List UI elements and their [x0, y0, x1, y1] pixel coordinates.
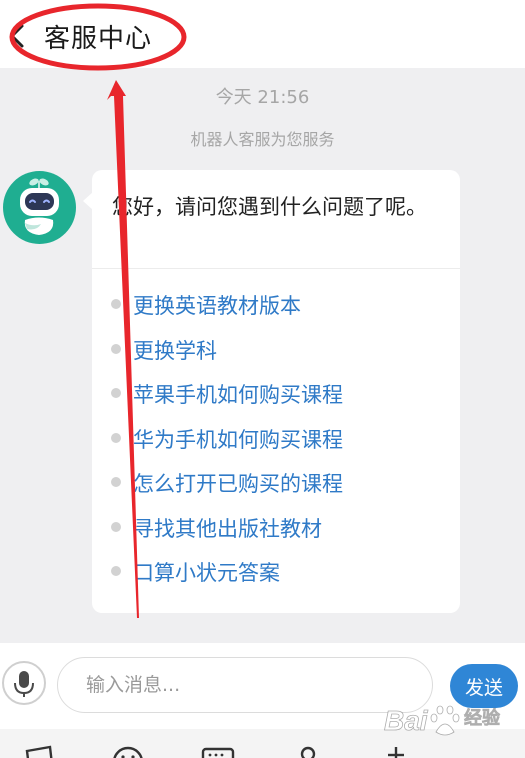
svg-text:Bai: Bai	[384, 705, 429, 736]
document-icon[interactable]	[22, 745, 58, 758]
quick-question-item[interactable]: 苹果手机如何购买课程	[92, 373, 460, 418]
quick-question-item[interactable]: 寻找其他出版社教材	[92, 507, 460, 552]
page-title: 客服中心	[44, 24, 153, 54]
quick-question-label: 更换英语教材版本	[133, 294, 301, 318]
robot-icon	[20, 178, 59, 235]
service-notice: 机器人客服为您服务	[190, 130, 335, 149]
person-icon[interactable]	[290, 745, 326, 758]
quick-question-item[interactable]: 更换学科	[92, 329, 460, 374]
bullet-dot-icon	[111, 521, 121, 532]
back-button[interactable]	[2, 22, 30, 50]
bot-avatar	[3, 171, 76, 244]
quick-question-label: 怎么打开已购买的课程	[133, 472, 343, 496]
bullet-dot-icon	[111, 432, 121, 443]
watermark-logo: Bai 经验	[382, 696, 522, 746]
quick-question-item[interactable]: 更换英语教材版本	[92, 284, 460, 329]
quick-question-item[interactable]: 怎么打开已购买的课程	[92, 462, 460, 507]
chat-area[interactable]: 今天 21:56 机器人客服为您服务 您好，请问您遇到什么问题了呢。 更换英语教…	[0, 68, 525, 643]
bullet-dot-icon	[111, 388, 121, 398]
quick-question-label: 苹果手机如何购买课程	[133, 383, 343, 407]
quick-question-label: 口算小状元答案	[133, 561, 280, 585]
bullet-dot-icon	[111, 299, 121, 309]
quick-question-label: 更换学科	[133, 338, 217, 363]
message-timestamp: 今天 21:56	[215, 87, 310, 108]
message-bubble: 您好，请问您遇到什么问题了呢。 更换英语教材版本 更换学科 苹果手机如何购买课程…	[83, 170, 460, 613]
chevron-left-icon	[10, 24, 24, 48]
quick-question-item[interactable]: 华为手机如何购买课程	[92, 418, 460, 463]
bullet-dot-icon	[111, 477, 121, 487]
bullet-dot-icon	[111, 343, 121, 354]
greeting-text: 您好，请问您遇到什么问题了呢。	[112, 195, 427, 219]
tools-icon[interactable]	[378, 745, 414, 758]
emoji-icon[interactable]	[110, 745, 146, 758]
quick-question-label: 华为手机如何购买课程	[133, 427, 343, 452]
bullet-dot-icon	[111, 566, 121, 576]
header: 客服中心	[0, 0, 525, 68]
microphone-icon	[14, 671, 34, 697]
voice-input-button[interactable]	[2, 661, 46, 705]
quick-question-item[interactable]: 口算小状元答案	[92, 551, 460, 596]
svg-text:经验: 经验	[464, 707, 501, 728]
quick-question-list: 更换英语教材版本 更换学科 苹果手机如何购买课程 华为手机如何购买课程 怎么打开…	[92, 284, 460, 596]
divider	[92, 268, 460, 269]
message-input[interactable]	[57, 657, 433, 713]
keyboard-icon[interactable]	[200, 745, 236, 758]
quick-question-label: 寻找其他出版社教材	[133, 516, 322, 541]
